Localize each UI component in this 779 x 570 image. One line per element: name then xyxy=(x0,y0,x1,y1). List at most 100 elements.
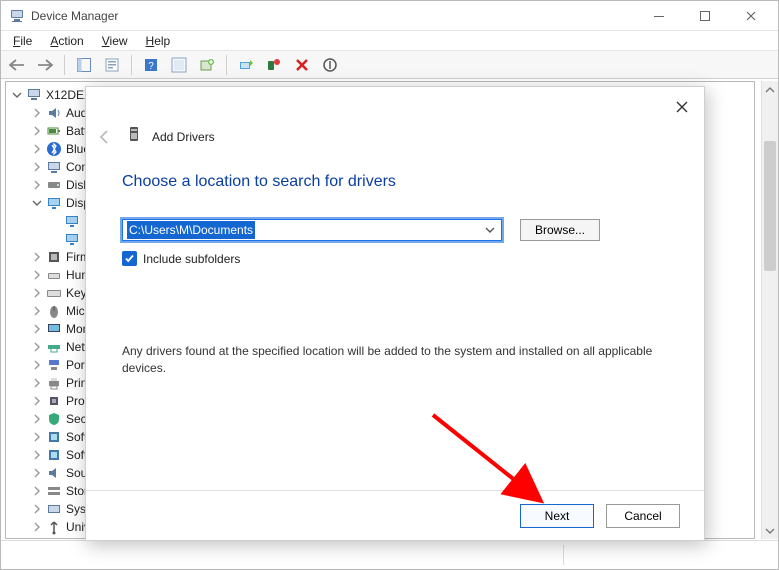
device-category-icon xyxy=(46,285,62,301)
update-driver-icon[interactable] xyxy=(234,53,258,77)
path-row: C:\Users\M\Documents Browse... xyxy=(122,219,600,241)
next-button[interactable]: Next xyxy=(520,504,594,528)
dialog-explanation: Any drivers found at the specified locat… xyxy=(122,343,668,378)
back-button[interactable] xyxy=(5,53,29,77)
uninstall-device-icon[interactable] xyxy=(262,53,286,77)
expand-icon[interactable] xyxy=(30,322,44,336)
dropdown-icon[interactable] xyxy=(481,221,499,239)
menu-view[interactable]: View xyxy=(94,32,136,50)
device-category-icon xyxy=(46,303,62,319)
include-subfolders-label: Include subfolders xyxy=(143,252,240,266)
device-category-icon xyxy=(46,375,62,391)
device-category-icon xyxy=(46,123,62,139)
expand-icon[interactable] xyxy=(30,466,44,480)
scroll-up-icon[interactable] xyxy=(762,81,778,98)
delete-icon[interactable] xyxy=(290,53,314,77)
scan-hardware-icon[interactable] xyxy=(167,53,191,77)
device-category-icon xyxy=(46,447,62,463)
status-bar xyxy=(1,540,778,569)
display-adapter-icon xyxy=(64,213,80,229)
expand-icon[interactable] xyxy=(30,250,44,264)
browse-button[interactable]: Browse... xyxy=(520,219,600,241)
dialog-footer: Next Cancel xyxy=(86,490,704,540)
collapse-icon[interactable] xyxy=(30,196,44,210)
disable-device-icon[interactable] xyxy=(318,53,342,77)
dialog-back-button[interactable] xyxy=(94,126,116,148)
device-category-icon xyxy=(46,411,62,427)
expand-icon[interactable] xyxy=(30,160,44,174)
expand-icon[interactable] xyxy=(30,286,44,300)
properties-icon[interactable] xyxy=(100,53,124,77)
toolbar-separator xyxy=(64,55,65,75)
show-hide-tree-icon[interactable] xyxy=(72,53,96,77)
window-title: Device Manager xyxy=(31,9,118,23)
device-category-icon xyxy=(46,537,62,539)
forward-button[interactable] xyxy=(33,53,57,77)
device-category-icon xyxy=(46,339,62,355)
path-combobox[interactable]: C:\Users\M\Documents xyxy=(122,219,502,241)
device-category-icon xyxy=(46,519,62,535)
expand-icon[interactable] xyxy=(30,502,44,516)
device-category-icon xyxy=(46,105,62,121)
device-category-icon xyxy=(46,429,62,445)
expand-icon[interactable] xyxy=(30,394,44,408)
add-driver-icon[interactable] xyxy=(195,53,219,77)
include-subfolders-row[interactable]: Include subfolders xyxy=(122,251,240,266)
device-category-icon xyxy=(46,321,62,337)
add-drivers-dialog: Add Drivers Choose a location to search … xyxy=(85,86,705,541)
expand-icon[interactable] xyxy=(30,268,44,282)
device-category-icon xyxy=(46,267,62,283)
expand-icon[interactable] xyxy=(30,484,44,498)
device-category-icon xyxy=(46,249,62,265)
expand-icon[interactable] xyxy=(30,340,44,354)
device-category-icon xyxy=(46,465,62,481)
path-value: C:\Users\M\Documents xyxy=(127,221,255,239)
expand-icon[interactable] xyxy=(30,538,44,539)
dialog-subtitle: Choose a location to search for drivers xyxy=(122,173,396,191)
computer-icon xyxy=(26,87,42,103)
expand-icon[interactable] xyxy=(30,106,44,120)
scroll-thumb[interactable] xyxy=(764,141,776,271)
action-underline: A xyxy=(50,34,58,48)
expand-icon[interactable] xyxy=(30,178,44,192)
menu-bar: File Action View Help xyxy=(1,31,778,51)
expand-icon[interactable] xyxy=(30,124,44,138)
checkbox-checked-icon[interactable] xyxy=(122,251,137,266)
device-category-icon xyxy=(46,501,62,517)
app-icon xyxy=(9,8,25,24)
menu-help[interactable]: Help xyxy=(138,32,179,50)
device-category-icon xyxy=(46,357,62,373)
expand-icon[interactable] xyxy=(30,412,44,426)
toolbar: ? xyxy=(1,51,778,79)
expand-icon[interactable] xyxy=(30,448,44,462)
svg-text:?: ? xyxy=(148,61,154,72)
menu-file[interactable]: File xyxy=(5,32,40,50)
minimize-button[interactable] xyxy=(636,1,682,31)
collapse-icon[interactable] xyxy=(10,88,24,102)
expand-icon[interactable] xyxy=(30,520,44,534)
help-underline: H xyxy=(146,34,155,48)
expand-icon[interactable] xyxy=(30,304,44,318)
expand-icon[interactable] xyxy=(30,376,44,390)
dialog-title: Add Drivers xyxy=(152,130,215,144)
file-underline: F xyxy=(13,34,20,48)
expand-icon[interactable] xyxy=(30,142,44,156)
toolbar-separator xyxy=(226,55,227,75)
dialog-close-button[interactable] xyxy=(670,95,694,119)
help-icon[interactable]: ? xyxy=(139,53,163,77)
device-manager-window: Device Manager File Action View Help xyxy=(0,0,779,570)
maximize-button[interactable] xyxy=(682,1,728,31)
close-button[interactable] xyxy=(728,1,774,31)
vertical-scrollbar[interactable] xyxy=(761,81,778,539)
expand-icon[interactable] xyxy=(30,430,44,444)
scroll-down-icon[interactable] xyxy=(762,522,778,539)
device-category-icon xyxy=(46,393,62,409)
device-category-icon xyxy=(46,195,62,211)
dialog-header: Add Drivers xyxy=(94,125,215,148)
toolbar-separator xyxy=(131,55,132,75)
cancel-button[interactable]: Cancel xyxy=(606,504,680,528)
expand-icon[interactable] xyxy=(30,358,44,372)
menu-action[interactable]: Action xyxy=(42,32,91,50)
display-adapter-icon xyxy=(64,231,80,247)
device-category-icon xyxy=(46,159,62,175)
